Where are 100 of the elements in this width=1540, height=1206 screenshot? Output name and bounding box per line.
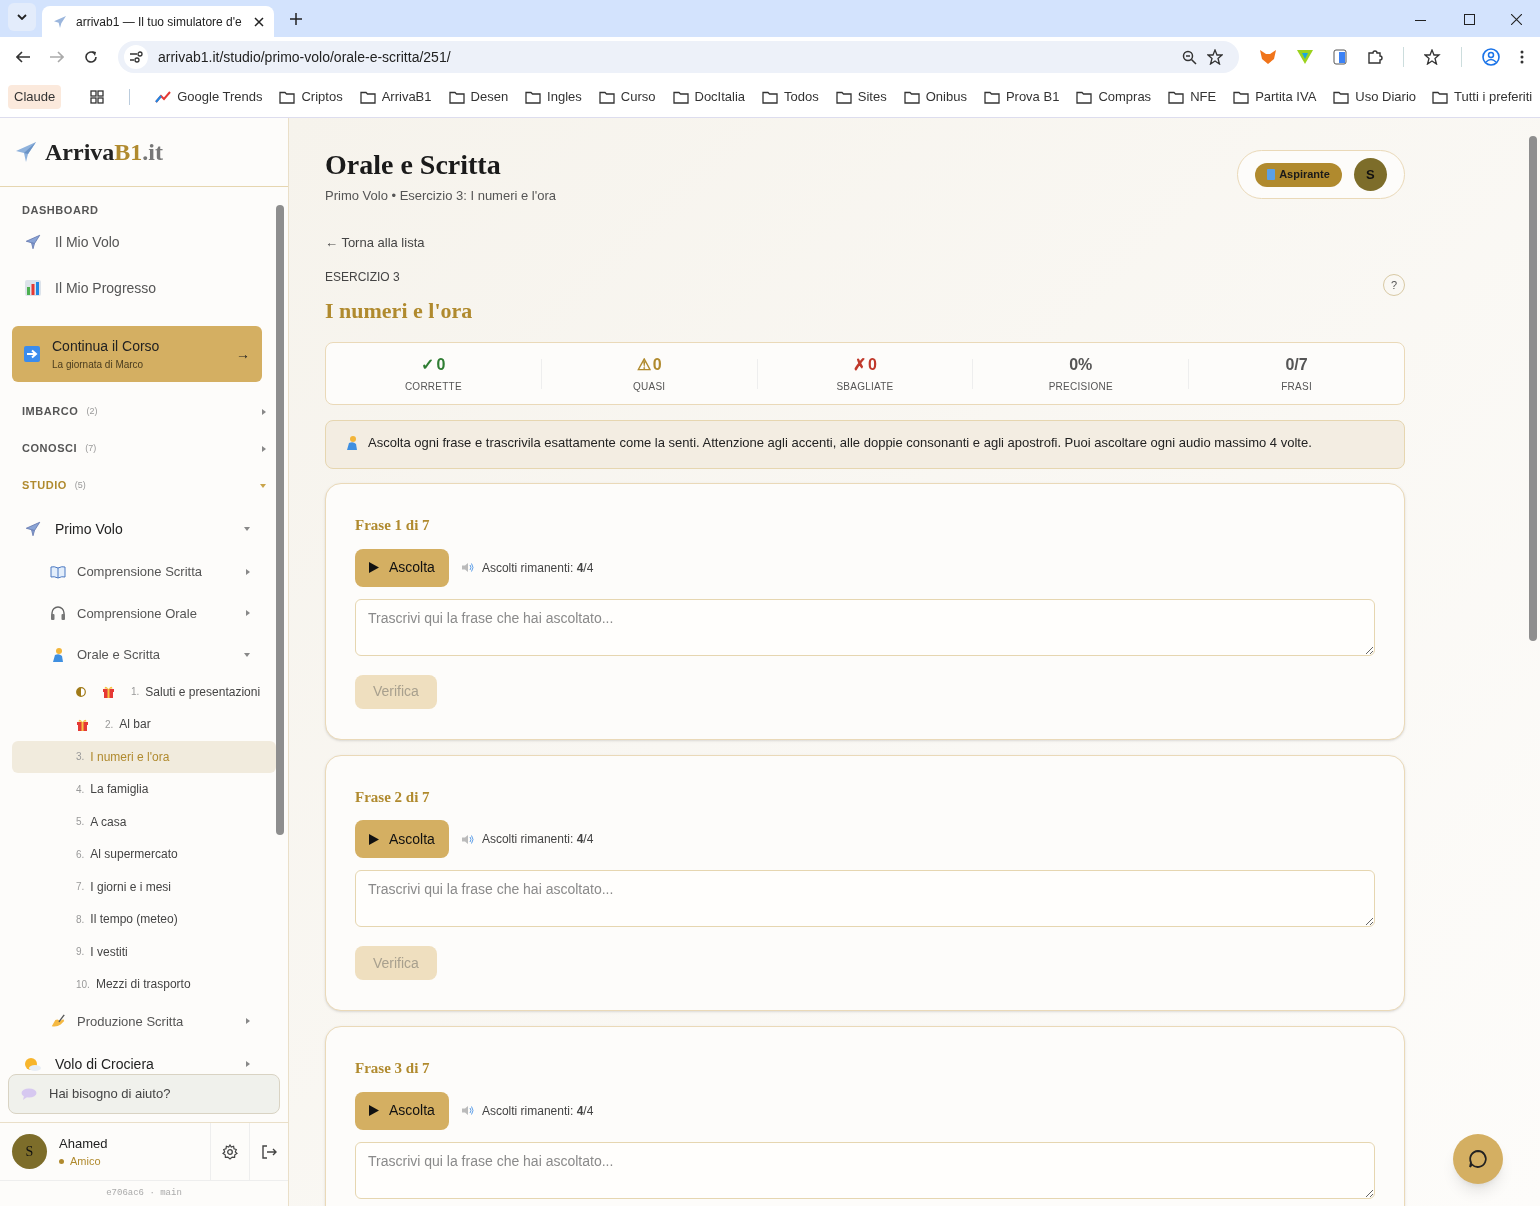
site-settings-icon[interactable] [129,51,143,63]
tree-item[interactable]: Orale e Scritta [0,634,288,676]
category-header[interactable]: IMBARCO (2) [0,393,288,430]
tree-item[interactable]: Volo di Crociera [0,1042,288,1074]
writing-hand-icon [50,1013,66,1030]
exercise-item[interactable]: 1. Saluti e presentazioni [12,675,276,708]
continue-arrow: → [236,344,250,364]
scrollbar[interactable] [276,205,284,835]
bookmark-folder[interactable]: Desen [448,87,509,107]
back-icon[interactable] [16,51,30,63]
exercise-item[interactable]: 2. Al bar [12,708,276,741]
close-window-icon[interactable] [1511,14,1522,25]
bookmark-folder[interactable]: Sites [835,87,887,107]
folder-icon [525,90,542,104]
listen-button[interactable]: Ascolta [355,548,449,587]
bookmark-folder[interactable]: Onibus [903,87,967,107]
play-icon [369,1105,379,1116]
headphones-icon [50,605,66,622]
exercise-number: 3. [76,750,85,765]
menu-icon[interactable] [1520,50,1524,64]
triangle-extension-icon[interactable] [1297,50,1313,64]
speaker-icon [460,833,474,845]
folder-icon [835,90,852,104]
tab-search-button[interactable] [8,3,36,31]
stat-label: FRASI [1281,380,1312,394]
maximize-icon[interactable] [1464,14,1475,25]
exercise-item[interactable]: 9. I vestiti [12,935,276,968]
tree-item[interactable]: Comprensione Scritta [0,551,288,593]
phone-extension-icon[interactable] [1333,49,1347,65]
play-icon [369,562,379,573]
bookmark-folder[interactable]: ArrivaB1 [359,87,432,107]
exercise-number: 8. [76,912,85,927]
bookmark-folder[interactable]: Ingles [525,87,582,107]
zoom-out-icon[interactable] [1182,49,1197,65]
star-icon[interactable] [1207,49,1223,65]
tree-label: Volo di Crociera [55,1054,154,1074]
bookmark-link[interactable]: Google Trends [155,87,263,107]
back-link[interactable]: ← Torna alla lista [325,232,425,252]
bookmark-folder[interactable]: Prova B1 [983,87,1060,107]
bookmark-folder[interactable]: Todos [762,87,819,107]
bookmark-chip[interactable]: Claude [8,85,62,109]
folder-icon [1168,90,1185,104]
book-icon [1267,169,1276,180]
exercise-label: I numeri e l'ora [90,748,170,766]
puzzle-icon[interactable] [1367,49,1383,65]
bookmark-folder[interactable]: Uso Diario [1333,87,1416,107]
transcription-field[interactable]: Trascrivi qui la frase che hai ascoltato... [355,598,1375,656]
exercise-number: 7. [76,880,85,895]
bookmark-folder[interactable]: Criptos [279,87,343,107]
nav-item[interactable]: Il Mio Volo [0,219,288,265]
help-button[interactable]: Hai bisogno di aiuto? [8,1074,280,1114]
bookmark-folder[interactable]: Compras [1076,87,1152,107]
tree-item[interactable]: Produzione Scritta [0,1000,288,1042]
exercise-number: 1. [131,685,140,700]
exercise-item[interactable]: 8. Il tempo (meteo) [12,903,276,936]
chat-button[interactable] [1453,1134,1503,1184]
section-label: DASHBOARD [21,203,100,218]
sun-cloud-icon [24,1057,42,1071]
listen-button[interactable]: Ascolta [355,1091,449,1130]
exercise-item[interactable]: 6. Al supermercato [12,838,276,871]
nav-item[interactable]: Il Mio Progresso [0,265,288,311]
bookmark-folder[interactable]: Curso [598,87,656,107]
continue-subtitle: La giornata di Marco [52,358,145,372]
transcription-field[interactable]: Trascrivi qui la frase che hai ascoltato... [355,870,1375,927]
caret-down-icon [260,483,266,488]
tree-item[interactable]: Comprensione Orale [0,592,288,634]
bookmark-folder[interactable]: Tutti i preferiti [1432,87,1533,107]
plane-icon [24,520,42,538]
page-title: Orale e Scritta [325,148,502,182]
exercise-item[interactable]: 7. I giorni e i mesi [12,870,276,903]
exercise-label: A casa [90,813,127,831]
address-bar[interactable]: arrivab1.it/studio/primo-volo/orale-e-scritta/251/ [118,41,1239,73]
listen-button[interactable]: Ascolta [355,820,449,858]
exercise-item[interactable]: 4. La famiglia [12,773,276,806]
fox-extension-icon[interactable] [1259,49,1277,65]
stat-icon: ✓ [421,353,435,377]
exercise-number: 4. [76,782,85,797]
bookmark-folder[interactable]: NFE [1168,87,1217,107]
reload-icon[interactable] [84,50,98,64]
bookmark-folder[interactable]: Partita IVA [1233,87,1317,107]
new-tab-icon[interactable] [290,13,302,25]
transcription-field[interactable]: Trascrivi qui la frase che hai ascoltato... [355,1141,1375,1199]
chat-icon [1468,1149,1488,1169]
apps-grid-icon[interactable] [90,90,105,104]
continue-course-button[interactable]: Continua il Corso La giornata di Marco → [12,326,262,382]
exercise-item[interactable]: 5. A casa [12,805,276,838]
scrollbar[interactable] [1529,136,1537,641]
close-icon[interactable] [254,16,264,27]
bookmarks-star-icon[interactable] [1424,49,1441,65]
tree-item[interactable]: Primo Volo [0,507,288,551]
caret-right-icon [246,610,250,617]
user-avatar[interactable]: S [1353,158,1387,191]
speaker-icon [460,1105,474,1116]
speech-bubble-icon [21,1088,37,1100]
profile-icon[interactable] [1482,48,1500,66]
bookmark-folder[interactable]: DocItalia [672,87,746,107]
category-header[interactable]: CONOSCI (7) [0,430,288,467]
exercise-item[interactable]: 10. Mezzi di trasporto [12,968,276,1001]
tree-label: Orale e Scritta [77,646,161,664]
browser-tab[interactable]: arrivab1 — Il tuo simulatore d'e [42,6,274,37]
